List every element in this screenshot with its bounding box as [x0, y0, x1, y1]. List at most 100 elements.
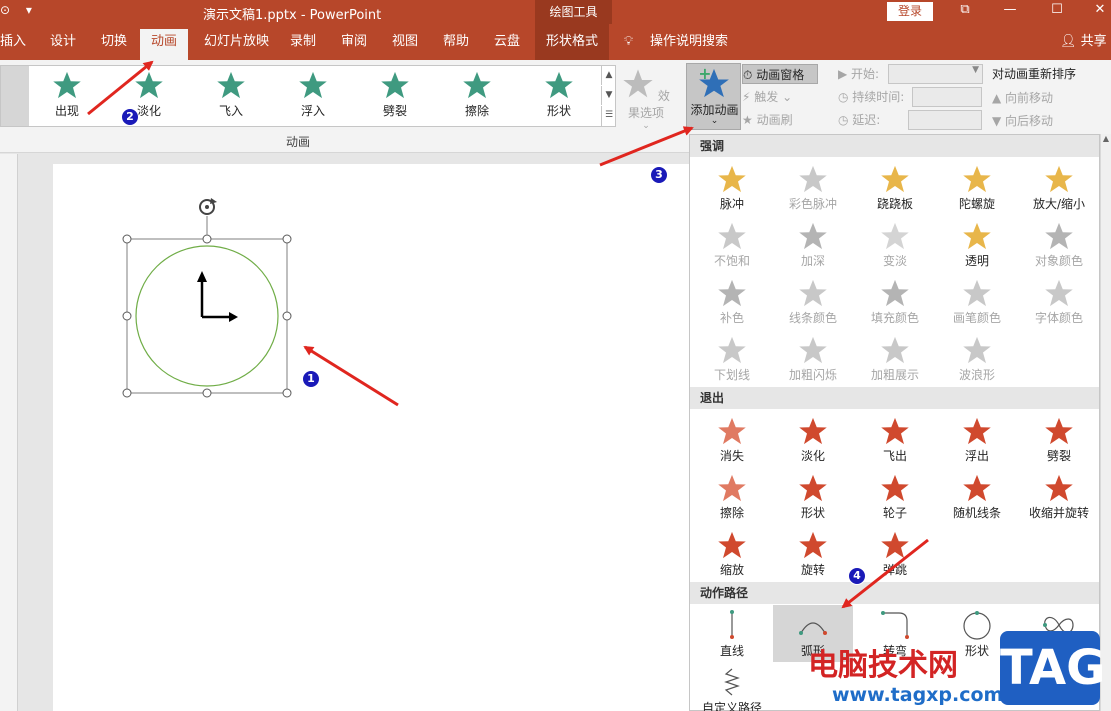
tab-view[interactable]: 视图	[392, 31, 418, 53]
gallery-item[interactable]: 劈裂	[365, 70, 425, 119]
tab-record[interactable]: 录制	[290, 31, 316, 53]
animation-painter-button[interactable]: ★ 动画刷	[742, 110, 793, 130]
tab-review[interactable]: 审阅	[341, 31, 367, 53]
tab-shape-format[interactable]: 形状格式	[535, 24, 610, 60]
close-button[interactable]: ✕	[1090, 2, 1110, 17]
gallery-item[interactable]: 形状	[529, 70, 589, 119]
effect-label: 填充颜色	[870, 311, 919, 325]
effect-item[interactable]: 脉冲	[692, 160, 772, 216]
effect-item[interactable]: 跷跷板	[855, 160, 935, 216]
effect-item[interactable]: 轮子	[855, 469, 935, 525]
effect-item[interactable]: 陀螺旋	[937, 160, 1017, 216]
gallery-item-label: 浮入	[300, 104, 325, 118]
step-badge-1: 1	[302, 370, 320, 388]
trigger-button[interactable]: ⚡︎ 触发 ⌄	[742, 87, 792, 107]
effect-item[interactable]: 浮出	[937, 412, 1017, 468]
effect-label: 形状	[800, 506, 825, 520]
effect-item[interactable]: 透明	[937, 217, 1017, 273]
animation-group-label: 动画	[285, 135, 310, 149]
exit-star-icon	[718, 531, 746, 559]
customize-qat-icon[interactable]: ▾	[26, 3, 32, 17]
motion-path-item[interactable]: 自定义路径	[692, 662, 772, 711]
tab-help[interactable]: 帮助	[443, 31, 469, 53]
effect-label: 淡化	[800, 449, 825, 463]
move-later-button[interactable]: ▼ 向后移动	[992, 112, 1053, 129]
tab-design[interactable]: 设计	[50, 31, 76, 53]
effect-item[interactable]: 飞出	[855, 412, 935, 468]
effect-item[interactable]: 缩放	[692, 526, 772, 582]
effect-item[interactable]: 收缩并旋转	[1019, 469, 1099, 525]
animation-pane-button[interactable]: ⏱︎ 动画窗格	[742, 64, 818, 84]
effect-item[interactable]: 字体颜色	[1019, 274, 1099, 330]
effect-item[interactable]: 放大/缩小	[1019, 160, 1099, 216]
tab-insert[interactable]: 插入	[0, 31, 26, 53]
quick-access-toolbar[interactable]: ⊙ ▾	[0, 3, 32, 17]
scroll-up-icon[interactable]: ▲	[1101, 134, 1111, 143]
emphasis-star-icon	[1045, 165, 1073, 193]
effect-item[interactable]: 加粗闪烁	[773, 331, 853, 387]
tab-animations[interactable]: 动画	[140, 29, 189, 60]
effect-item[interactable]: 擦除	[692, 469, 772, 525]
effect-item[interactable]: 下划线	[692, 331, 772, 387]
thumbnail-pane[interactable]	[0, 154, 18, 711]
tell-me-search[interactable]: 操作说明搜索	[650, 31, 728, 53]
emphasis-star-icon	[718, 336, 746, 364]
dropdown-scrollbar[interactable]: ▲	[1100, 134, 1111, 711]
share-button[interactable]: 👤︎ 共享	[1060, 31, 1107, 53]
gallery-more[interactable]: ☰	[601, 106, 616, 126]
reorder-title: 对动画重新排序	[992, 67, 1077, 81]
emphasis-star-icon	[963, 336, 991, 364]
effect-item[interactable]: 形状	[773, 469, 853, 525]
gallery-item[interactable]: 出现	[37, 70, 97, 119]
preview-button[interactable]	[1, 66, 29, 126]
effect-item[interactable]: 补色	[692, 274, 772, 330]
effect-item[interactable]: 填充颜色	[855, 274, 935, 330]
tab-transitions[interactable]: 切换	[101, 31, 127, 53]
login-button[interactable]: 登录	[887, 2, 933, 21]
effect-options-button[interactable]: 效果选项 ⌄	[620, 68, 672, 131]
gallery-scroll-up[interactable]: ▲	[601, 66, 616, 85]
duration-input[interactable]	[912, 87, 982, 107]
rotate-handle-icon[interactable]	[199, 198, 217, 215]
effect-item[interactable]: 画笔颜色	[937, 274, 1017, 330]
add-animation-button[interactable]: + 添加动画 ⌄	[686, 63, 741, 130]
motion-path-icon	[881, 611, 909, 639]
effect-item[interactable]: 加深	[773, 217, 853, 273]
effect-item[interactable]: 劈裂	[1019, 412, 1099, 468]
maximize-button[interactable]: ☐	[1047, 2, 1067, 17]
minimize-button[interactable]: —	[1000, 2, 1020, 17]
gallery-scroll-down[interactable]: ▼	[601, 86, 616, 105]
gallery-item[interactable]: 飞入	[201, 70, 261, 119]
effect-item[interactable]: 变淡	[855, 217, 935, 273]
effect-label: 擦除	[719, 506, 744, 520]
painter-icon: ★	[742, 113, 753, 127]
delay-label: ◷ 延迟:	[838, 113, 881, 127]
start-select[interactable]: ▼	[888, 64, 983, 84]
effect-item[interactable]: 不饱和	[692, 217, 772, 273]
move-earlier-button[interactable]: ▲ 向前移动	[992, 89, 1053, 106]
effect-item[interactable]: 淡化	[773, 412, 853, 468]
gallery-item[interactable]: 擦除	[447, 70, 507, 119]
emphasis-star-icon	[718, 165, 746, 193]
tab-slideshow[interactable]: 幻灯片放映	[204, 31, 269, 53]
ribbon-display-options-icon[interactable]: ⧉	[955, 2, 975, 17]
effect-item[interactable]: 线条颜色	[773, 274, 853, 330]
effect-item[interactable]: 消失	[692, 412, 772, 468]
gallery-item[interactable]: 浮入	[283, 70, 343, 119]
title-bar: ⊙ ▾ 演示文稿1.pptx - PowerPoint 绘图工具 登录 ⧉ — …	[0, 0, 1111, 24]
motion-path-icon	[963, 611, 991, 640]
effect-item[interactable]: 旋转	[773, 526, 853, 582]
tab-cloud[interactable]: 云盘	[494, 31, 520, 53]
delay-input[interactable]	[908, 110, 982, 130]
effect-item[interactable]: 弹跳	[855, 526, 935, 582]
slideshow-start-icon[interactable]: ⊙	[0, 3, 10, 17]
effect-item[interactable]: 彩色脉冲	[773, 160, 853, 216]
effect-item[interactable]: 波浪形	[937, 331, 1017, 387]
effect-item[interactable]: 随机线条	[937, 469, 1017, 525]
effect-item[interactable]: 对象颜色	[1019, 217, 1099, 273]
entrance-star-icon	[299, 71, 327, 99]
effect-label: 随机线条	[952, 506, 1001, 520]
selected-shape[interactable]	[115, 190, 305, 405]
motion-path-item[interactable]: 直线	[692, 605, 772, 661]
effect-item[interactable]: 加粗展示	[855, 331, 935, 387]
